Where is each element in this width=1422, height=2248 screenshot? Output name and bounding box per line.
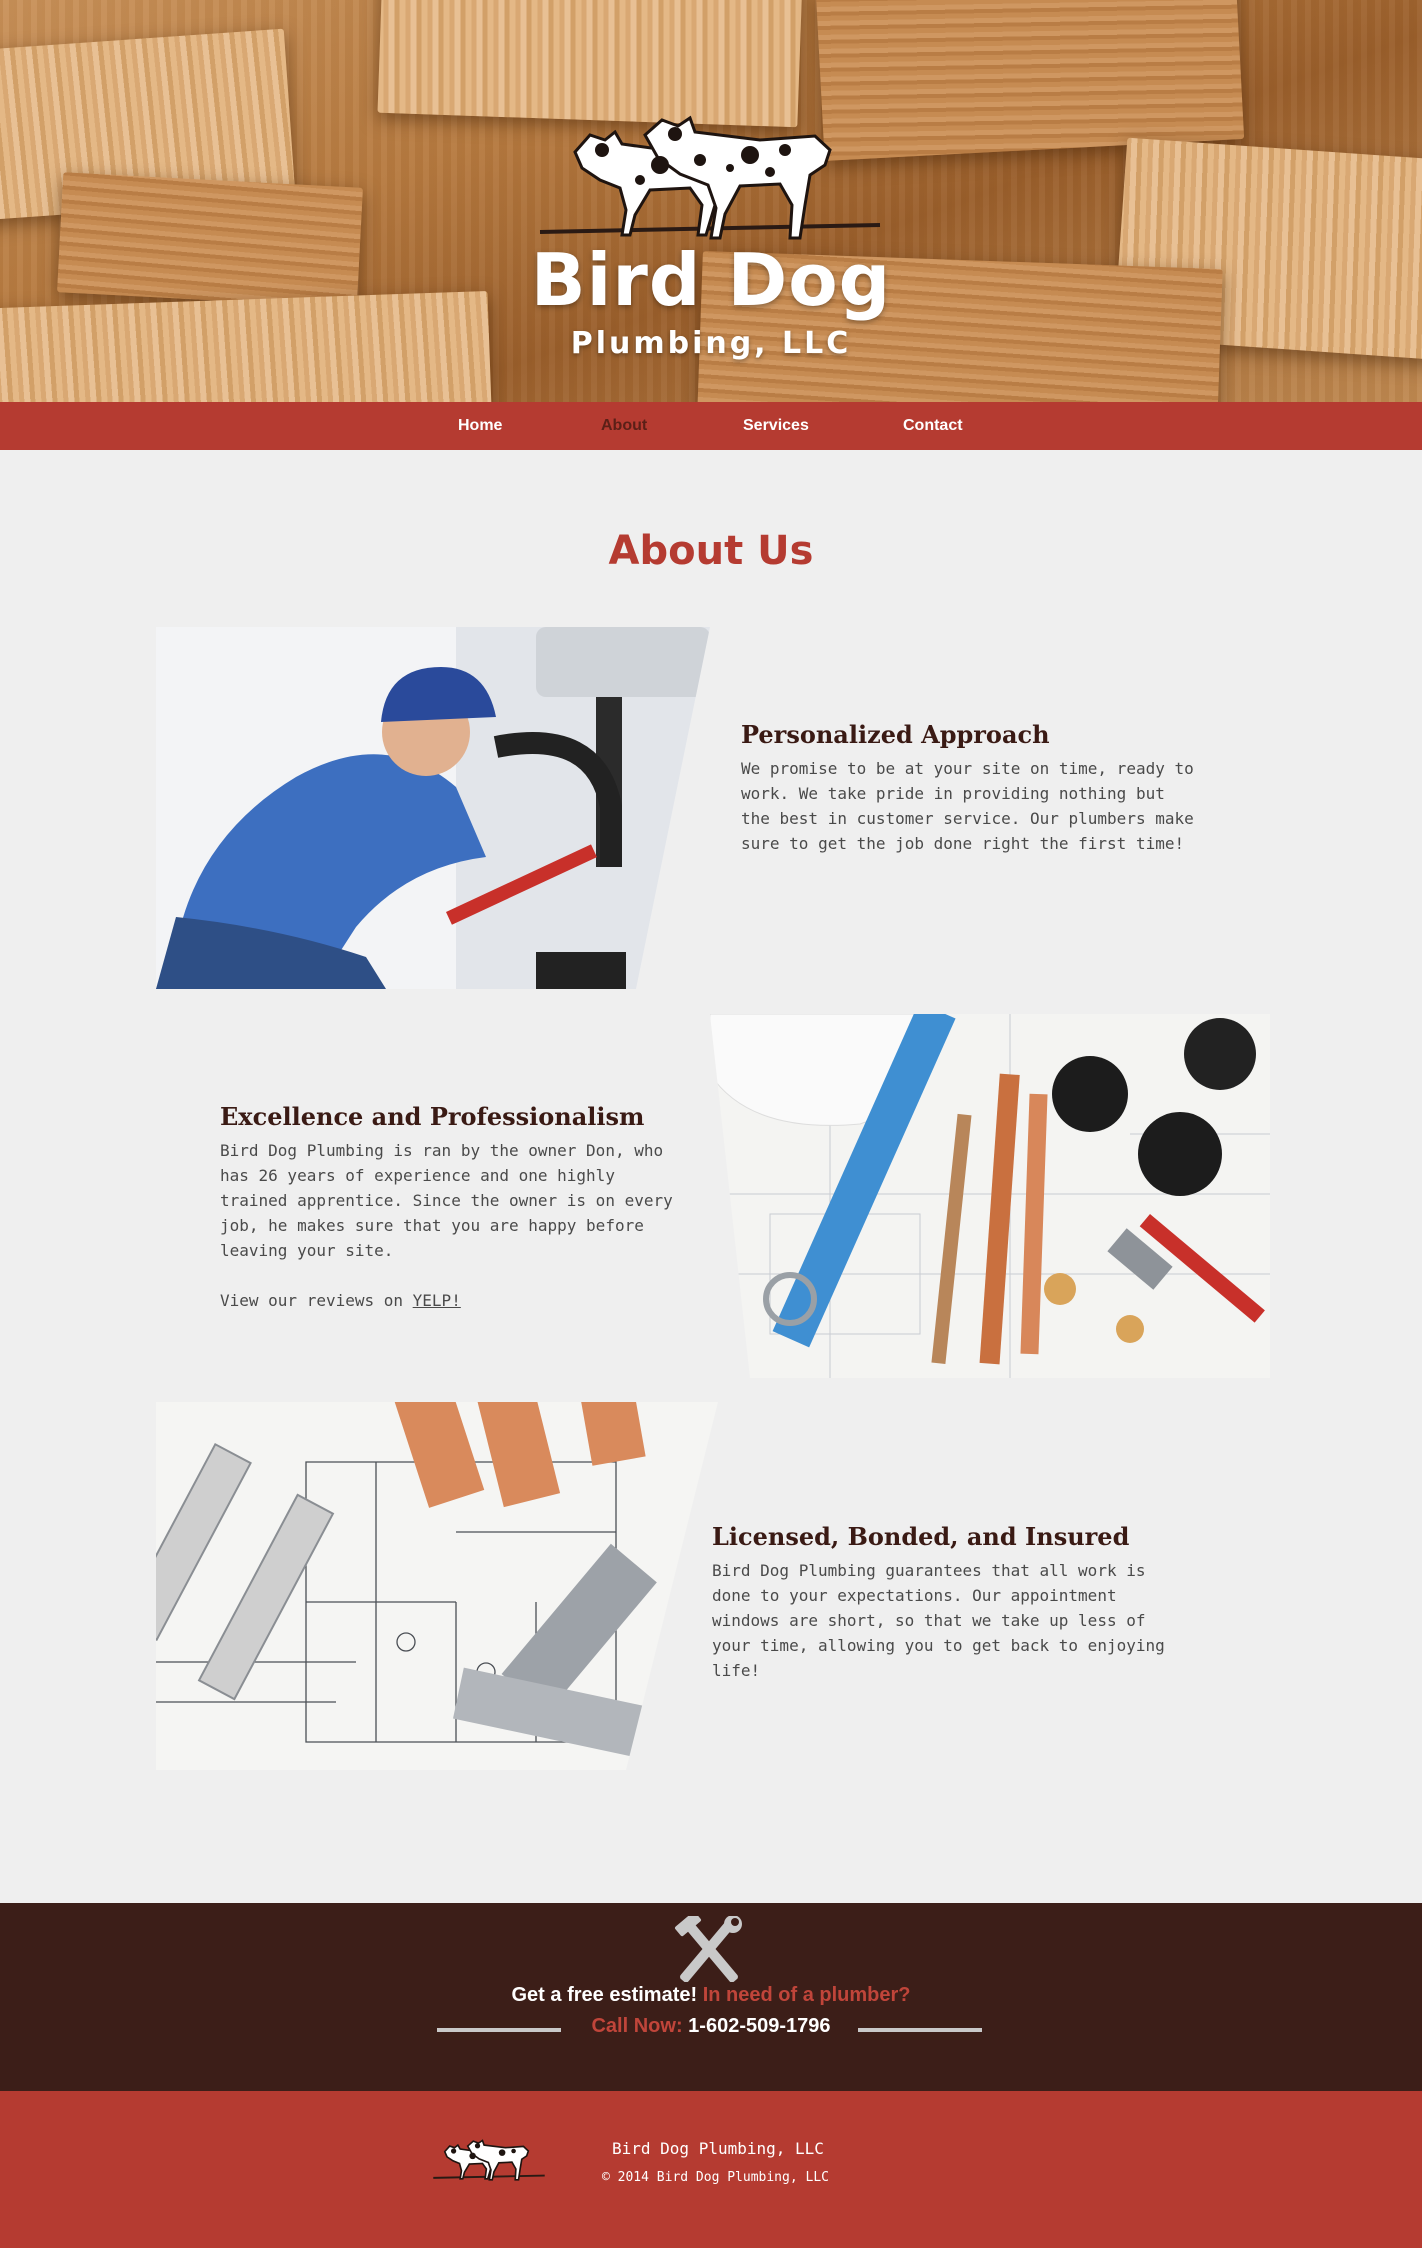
tools-icon	[675, 1916, 742, 1982]
section-body: Bird Dog Plumbing is ran by the owner Do…	[220, 1138, 685, 1313]
footer-copyright: © 2014 Bird Dog Plumbing, LLC	[602, 2170, 829, 2185]
cta-need-plumber: In need of a plumber?	[702, 1984, 911, 2006]
footer-logo	[433, 2139, 545, 2181]
footer-company-name: Bird Dog Plumbing, LLC	[612, 2139, 824, 2158]
section-body: Bird Dog Plumbing guarantees that all wo…	[712, 1561, 1165, 1680]
main-nav: Home About Services Contact	[0, 402, 1422, 450]
section-heading: Licensed, Bonded, and Insured	[712, 1522, 1130, 1551]
plumber-under-sink-photo	[156, 627, 710, 989]
brand-title: Bird Dog	[530, 238, 892, 322]
cta-line-1: Get a free estimate! In need of a plumbe…	[0, 1984, 1422, 2007]
yelp-link[interactable]: YELP!	[413, 1291, 461, 1310]
page-title: About Us	[608, 528, 814, 574]
cta-free-estimate: Get a free estimate!	[511, 1984, 698, 2006]
reviews-prefix: View our reviews on	[220, 1291, 413, 1310]
section-body-text: Bird Dog Plumbing is ran by the owner Do…	[220, 1141, 673, 1260]
reviews-line: View our reviews on YELP!	[220, 1288, 685, 1313]
section-heading: Excellence and Professionalism	[220, 1102, 645, 1131]
section-body: We promise to be at your site on time, r…	[741, 759, 1194, 853]
cta-call-now: Call Now:	[591, 2015, 683, 2037]
brand-subtitle: Plumbing, LLC	[570, 326, 852, 361]
cta-phone[interactable]: 1-602-509-1796	[688, 2015, 830, 2037]
cta-line-2: Call Now: 1-602-509-1796	[0, 2015, 1422, 2038]
nav-contact[interactable]: Contact	[903, 402, 963, 450]
section-heading: Personalized Approach	[741, 720, 1050, 749]
nav-home[interactable]: Home	[458, 402, 502, 450]
wood-block	[377, 0, 803, 128]
nav-services[interactable]: Services	[743, 402, 809, 450]
plumbing-tools-photo	[710, 1014, 1270, 1378]
nav-about[interactable]: About	[601, 402, 647, 450]
bird-dog-logo	[539, 115, 881, 240]
pipes-blueprint-photo	[156, 1402, 718, 1770]
